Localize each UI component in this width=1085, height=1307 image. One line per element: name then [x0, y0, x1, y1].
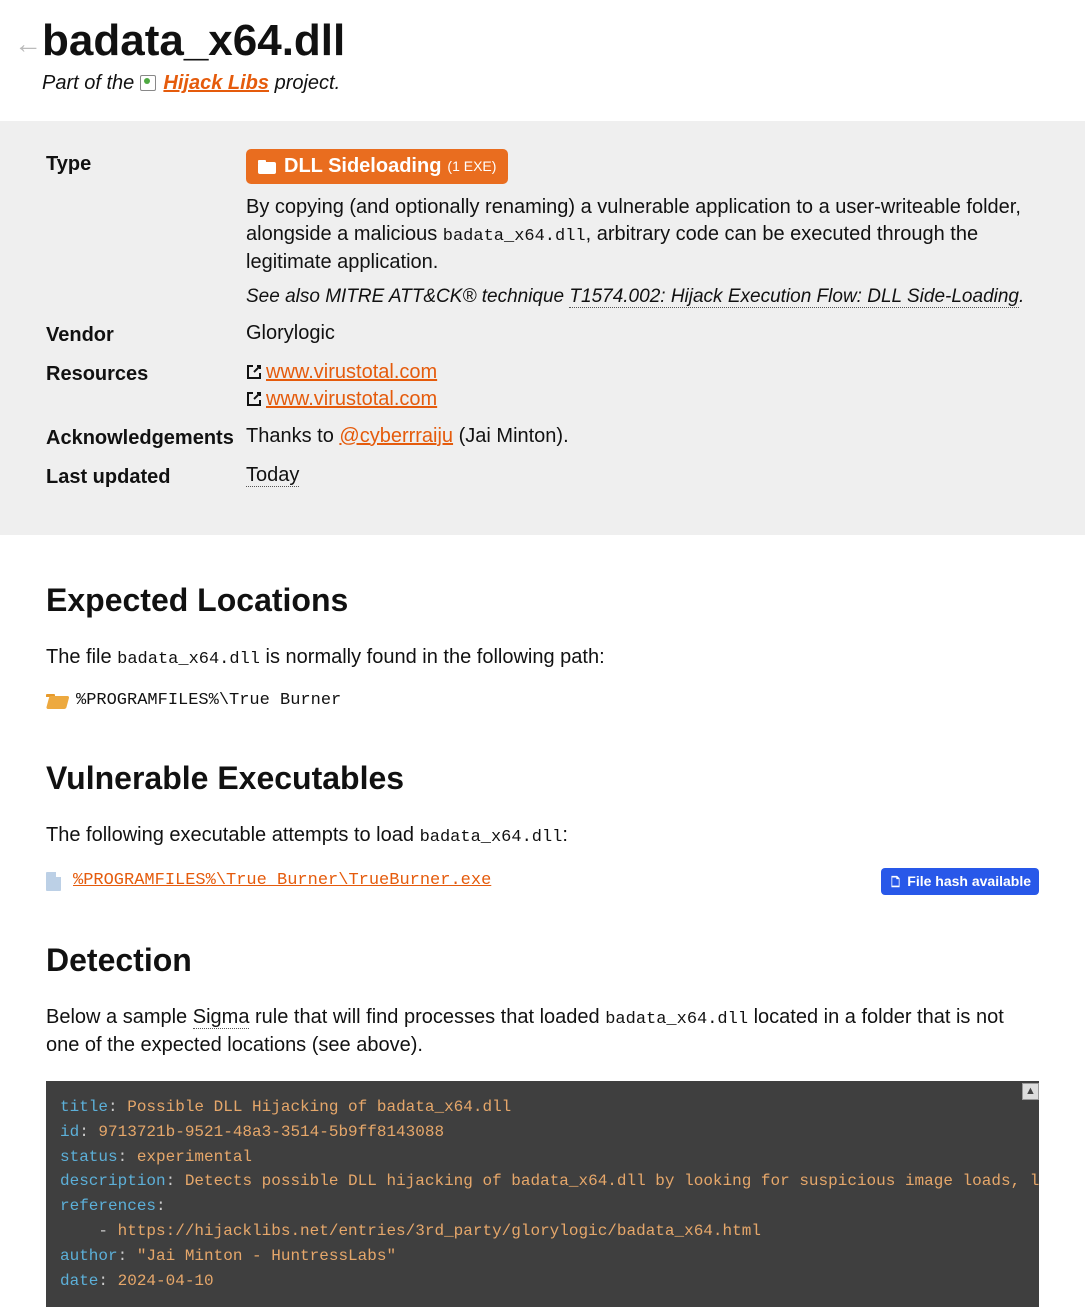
detection-intro: Below a sample Sigma rule that will find… — [46, 1004, 1039, 1059]
vulnerable-executables-heading: Vulnerable Executables — [46, 757, 1039, 800]
mitre-link[interactable]: T1574.002: Hijack Execution Flow: DLL Si… — [569, 286, 1019, 308]
vendor-label: Vendor — [46, 320, 246, 349]
expected-locations-intro: The file badata_x64.dll is normally foun… — [46, 644, 1039, 672]
updated-label: Last updated — [46, 462, 246, 491]
hijacklibs-link[interactable]: Hijack Libs — [163, 72, 269, 94]
file-hash-badge[interactable]: File hash available — [881, 868, 1039, 895]
vulnerable-intro: The following executable attempts to loa… — [46, 822, 1039, 850]
vendor-value: Glorylogic — [246, 320, 1039, 349]
location-path: %PROGRAMFILES%\True Burner — [76, 690, 341, 713]
ack-twitter-link[interactable]: @cyberrraiju — [339, 425, 453, 447]
updated-value: Today — [246, 464, 299, 487]
page-title: badata_x64.dll — [42, 18, 345, 64]
scroll-up-icon[interactable]: ▲ — [1022, 1083, 1039, 1100]
info-panel: Type DLL Sideloading (1 EXE) By copying … — [0, 121, 1085, 535]
hijacklibs-favicon — [140, 75, 156, 91]
resources-label: Resources — [46, 359, 246, 413]
sideloading-badge[interactable]: DLL Sideloading (1 EXE) — [246, 149, 508, 184]
file-icon — [46, 872, 61, 891]
vulnerable-exe-link[interactable]: %PROGRAMFILES%\True Burner\TrueBurner.ex… — [73, 870, 491, 893]
ack-value: Thanks to @cyberrraiju (Jai Minton). — [246, 423, 1039, 452]
folder-open-icon — [46, 694, 66, 709]
folder-icon — [258, 160, 276, 174]
detection-heading: Detection — [46, 939, 1039, 982]
sigma-link[interactable]: Sigma — [193, 1006, 250, 1029]
type-label: Type — [46, 149, 246, 310]
ack-label: Acknowledgements — [46, 423, 246, 452]
see-also: See also MITRE ATT&CK® technique T1574.0… — [246, 284, 1039, 310]
type-description: By copying (and optionally renaming) a v… — [246, 194, 1039, 276]
external-link-icon — [246, 364, 262, 380]
back-arrow-icon[interactable]: ← — [14, 30, 42, 58]
sigma-rule-code: title: Possible DLL Hijacking of badata_… — [46, 1081, 1039, 1307]
expected-locations-heading: Expected Locations — [46, 579, 1039, 622]
external-link-icon — [246, 391, 262, 407]
document-icon — [889, 875, 902, 888]
resource-link[interactable]: www.virustotal.com — [266, 361, 437, 383]
resource-link[interactable]: www.virustotal.com — [266, 388, 437, 410]
page-subtitle: Part of the Hijack Libs project. — [42, 70, 345, 97]
